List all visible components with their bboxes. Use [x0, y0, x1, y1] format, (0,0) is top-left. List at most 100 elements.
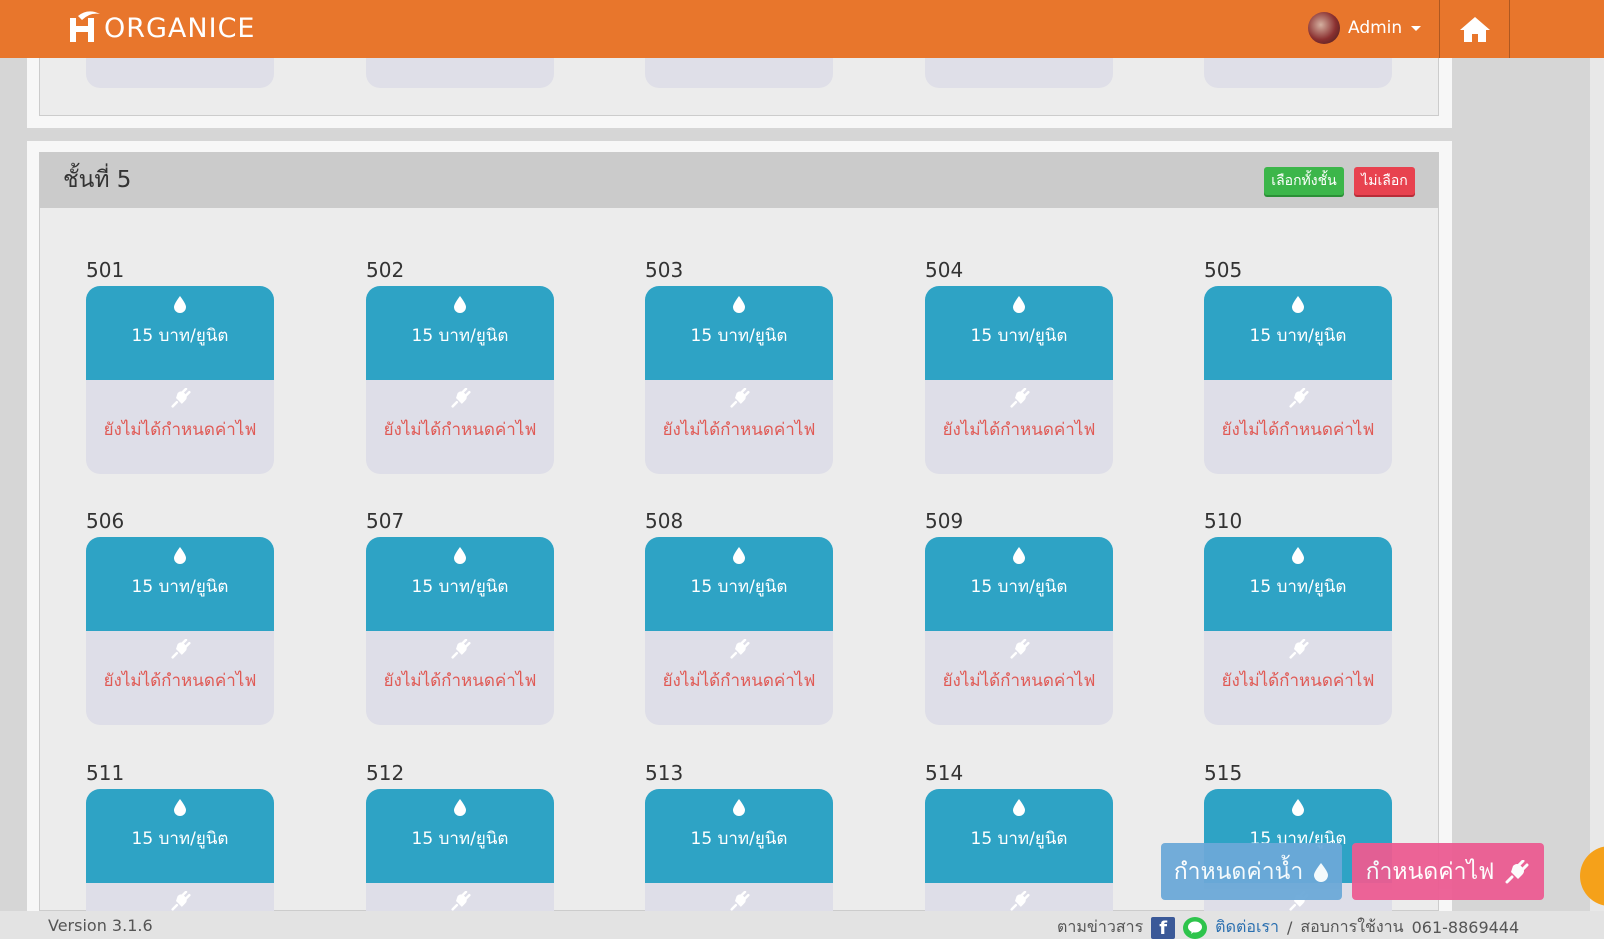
room-card[interactable]: 15 บาท/ยูนิตยังไม่ได้กำหนดค่าไฟ	[366, 537, 554, 725]
home-button[interactable]	[1440, 0, 1510, 58]
floor-header	[39, 152, 1439, 208]
plug-icon	[450, 638, 472, 663]
water-drop-icon	[1290, 797, 1306, 821]
previous-room-card[interactable]	[366, 58, 554, 88]
previous-room-card[interactable]	[1204, 58, 1392, 88]
electric-rate: ยังไม่ได้กำหนดค่าไฟ	[383, 671, 537, 691]
water-rate: 15 บาท/ยูนิต	[1249, 326, 1347, 346]
home-icon	[1460, 17, 1490, 42]
user-menu[interactable]: Admin	[1308, 8, 1422, 48]
chevron-down-icon	[1411, 25, 1422, 31]
water-rate: 15 บาท/ยูนิต	[1249, 577, 1347, 597]
phone-number[interactable]: 061-8869444	[1412, 918, 1520, 937]
plug-icon	[729, 387, 751, 412]
deselect-button[interactable]: ไม่เลือก	[1354, 167, 1415, 195]
electric-rate: ยังไม่ได้กำหนดค่าไฟ	[942, 671, 1096, 691]
water-drop-icon	[172, 797, 188, 821]
water-rate: 15 บาท/ยูนิต	[411, 577, 509, 597]
select-all-button[interactable]: เลือกทั้งชั้น	[1264, 167, 1344, 195]
water-rate: 15 บาท/ยูนิต	[690, 577, 788, 597]
water-drop-icon	[452, 545, 468, 569]
water-drop-icon	[731, 797, 747, 821]
set-electric-rate-label: กำหนดค่าไฟ	[1365, 858, 1495, 885]
plug-icon	[1288, 638, 1310, 663]
room-card[interactable]: 15 บาท/ยูนิตยังไม่ได้กำหนดค่าไฟ	[1204, 537, 1392, 725]
water-drop-icon	[1290, 545, 1306, 569]
scrollbar[interactable]	[1590, 58, 1604, 911]
water-drop-icon	[1011, 797, 1027, 821]
previous-room-card[interactable]	[645, 58, 833, 88]
water-rate-section: 15 บาท/ยูนิต	[366, 286, 554, 380]
plug-icon	[170, 638, 192, 663]
electric-rate: ยังไม่ได้กำหนดค่าไฟ	[383, 420, 537, 440]
water-drop-icon	[1011, 294, 1027, 318]
room-number: 511	[86, 761, 125, 785]
water-drop-icon	[452, 294, 468, 318]
water-rate: 15 บาท/ยูนิต	[411, 829, 509, 849]
electric-rate-section: ยังไม่ได้กำหนดค่าไฟ	[925, 631, 1113, 725]
footer: Version 3.1.6 ตามข่าวสาร f ติดต่อเรา / ส…	[0, 911, 1604, 939]
room-card[interactable]: 15 บาท/ยูนิตยังไม่ได้กำหนดค่าไฟ	[366, 286, 554, 474]
room-number: 502	[366, 258, 405, 282]
room-card[interactable]: 15 บาท/ยูนิต ยังไม่ได้กำหนดค่าไฟ	[1204, 286, 1392, 474]
water-rate: 15 บาท/ยูนิต	[131, 326, 229, 346]
water-rate-section: 15 บาท/ยูนิต	[86, 537, 274, 631]
electric-rate: ยังไม่ได้กำหนดค่าไฟ	[1221, 671, 1375, 691]
set-water-rate-button[interactable]: กำหนดค่าน้ำ	[1161, 843, 1342, 900]
nav-divider	[1509, 0, 1510, 58]
water-rate-section: 15 บาท/ยูนิต	[86, 286, 274, 380]
set-water-rate-label: กำหนดค่าน้ำ	[1173, 858, 1304, 885]
water-rate-section: 15 บาท/ยูนิต	[925, 537, 1113, 631]
room-number: 501	[86, 258, 125, 282]
room-card[interactable]: 15 บาท/ยูนิต ยังไม่ได้กำหนดค่าไฟ	[925, 286, 1113, 474]
previous-room-card[interactable]	[925, 58, 1113, 88]
water-rate-section: 15 บาท/ยูนิต	[366, 537, 554, 631]
contact-link[interactable]: ติดต่อเรา	[1215, 915, 1279, 939]
user-name: Admin	[1348, 18, 1403, 38]
room-card[interactable]: 15 บาท/ยูนิตยังไม่ได้กำหนดค่าไฟ	[925, 537, 1113, 725]
plug-icon	[729, 638, 751, 663]
room-card[interactable]: 15 บาท/ยูนิต ยังไม่ได้กำหนดค่าไฟ	[645, 286, 833, 474]
footer-contact: ตามข่าวสาร f ติดต่อเรา / สอบการใช้งาน 06…	[1057, 915, 1519, 939]
room-number: 513	[645, 761, 684, 785]
set-electric-rate-button[interactable]: กำหนดค่าไฟ	[1352, 843, 1544, 900]
water-rate: 15 บาท/ยูนิต	[970, 577, 1068, 597]
water-drop-icon	[452, 797, 468, 821]
room-card[interactable]: 15 บาท/ยูนิตยังไม่ได้กำหนดค่าไฟ	[86, 286, 274, 474]
plug-icon	[1288, 387, 1310, 412]
electric-rate: ยังไม่ได้กำหนดค่าไฟ	[103, 420, 257, 440]
brand-mark-icon	[66, 10, 102, 46]
electric-rate: ยังไม่ได้กำหนดค่าไฟ	[662, 671, 816, 691]
room-number: 505	[1204, 258, 1243, 282]
room-number: 504	[925, 258, 964, 282]
follow-news-label: ตามข่าวสาร	[1057, 917, 1144, 936]
room-card[interactable]: 15 บาท/ยูนิตยังไม่ได้กำหนดค่าไฟ	[645, 537, 833, 725]
room-card[interactable]: 15 บาท/ยูนิต ยังไม่ได้กำหนดค่าไฟ	[86, 537, 274, 725]
water-rate-section: 15 บาท/ยูนิต	[925, 286, 1113, 380]
electric-rate: ยังไม่ได้กำหนดค่าไฟ	[662, 420, 816, 440]
water-rate-section: 15 บาท/ยูนิต	[645, 537, 833, 631]
water-rate: 15 บาท/ยูนิต	[131, 829, 229, 849]
water-rate: 15 บาท/ยูนิต	[411, 326, 509, 346]
brand-logo[interactable]: ORGANICE	[66, 8, 255, 48]
water-drop-icon	[731, 545, 747, 569]
water-rate-section: 15 บาท/ยูนิต	[925, 789, 1113, 883]
room-number: 507	[366, 509, 405, 533]
electric-rate-section: ยังไม่ได้กำหนดค่าไฟ	[645, 631, 833, 725]
plug-icon	[170, 387, 192, 412]
room-number: 508	[645, 509, 684, 533]
facebook-icon[interactable]: f	[1151, 916, 1176, 939]
brand-name: ORGANICE	[104, 12, 256, 44]
water-rate: 15 บาท/ยูนิต	[970, 829, 1068, 849]
usage-inquiry-label: สอบการใช้งาน	[1300, 917, 1404, 936]
version-text: Version 3.1.6	[48, 916, 153, 935]
line-icon[interactable]	[1183, 916, 1208, 939]
water-rate-section: 15 บาท/ยูนิต	[86, 789, 274, 883]
previous-room-card[interactable]	[86, 58, 274, 88]
water-rate-section: 15 บาท/ยูนิต	[645, 789, 833, 883]
water-rate-section: 15 บาท/ยูนิต	[1204, 286, 1392, 380]
room-number: 509	[925, 509, 964, 533]
room-number: 515	[1204, 761, 1243, 785]
room-number: 514	[925, 761, 964, 785]
electric-rate-section: ยังไม่ได้กำหนดค่าไฟ	[86, 631, 274, 725]
